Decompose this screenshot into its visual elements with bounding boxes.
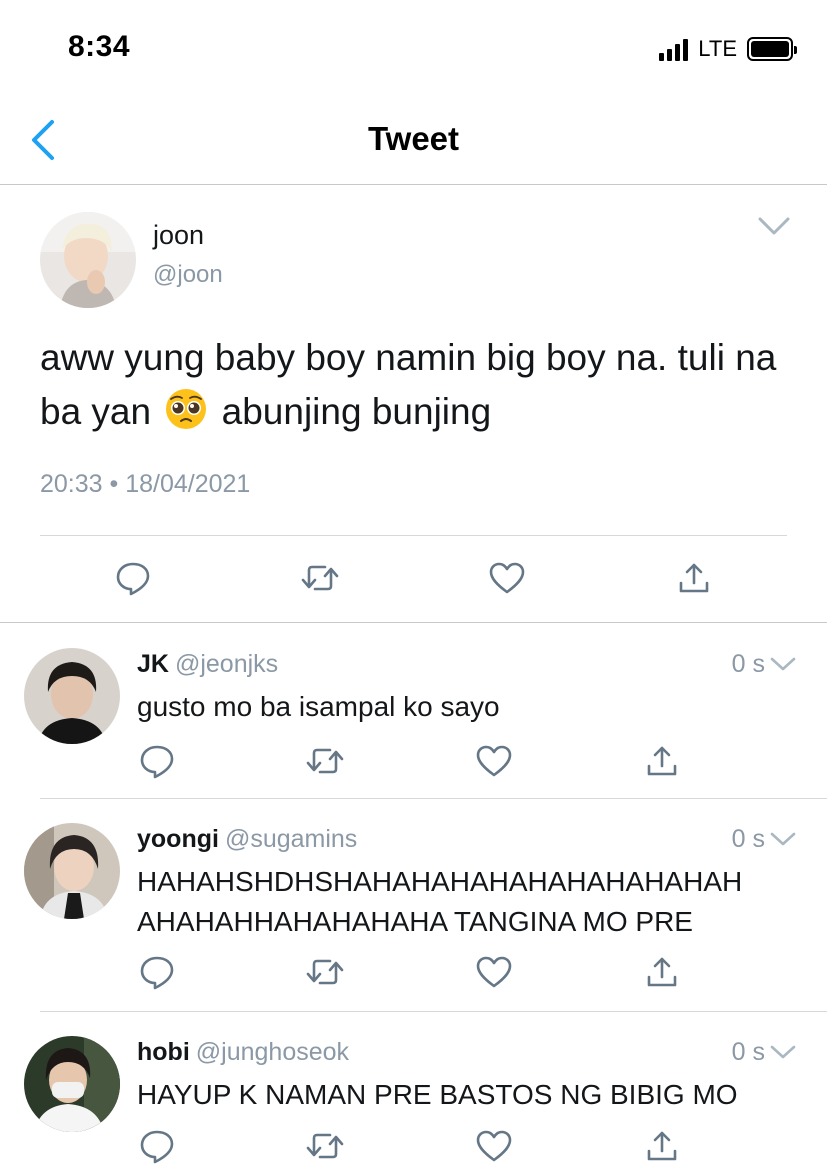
status-bar: 8:34 LTE	[0, 0, 827, 100]
avatar[interactable]	[24, 823, 120, 919]
tweet-text-part: abunjing bunjing	[221, 391, 492, 432]
reply-tweet[interactable]: JK @jeonjks 0 s gusto mo ba isampal ko sa…	[0, 624, 827, 799]
tweet-actions	[0, 558, 827, 598]
share-button[interactable]	[642, 1126, 682, 1166]
tweet-options-button[interactable]	[769, 831, 797, 852]
chevron-down-icon	[770, 832, 796, 846]
tweet-options-button[interactable]	[757, 216, 791, 241]
retweet-icon	[301, 565, 339, 591]
reply-time: 0 s	[731, 1038, 765, 1066]
reply-icon	[140, 745, 174, 779]
reply-time: 0 s	[731, 825, 765, 853]
author-handle[interactable]: @sugamins	[225, 825, 357, 853]
reply-button[interactable]	[137, 1126, 177, 1166]
chevron-down-icon	[758, 217, 790, 235]
share-icon	[679, 563, 709, 593]
reply-button[interactable]	[137, 952, 177, 992]
reply-text: HAHAHSHDHSHAHAHAHAHAHAHAHAHAHAH AHAHAHHA…	[137, 866, 743, 937]
page-title: Tweet	[367, 120, 460, 157]
reply-author: JK @jeonjks	[137, 650, 278, 679]
retweet-icon	[306, 748, 344, 774]
like-icon	[476, 956, 512, 988]
status-indicators: LTE	[659, 36, 797, 62]
like-icon	[489, 562, 525, 594]
like-button[interactable]	[487, 558, 527, 598]
main-tweet: joon @joon aww yung baby boy namin big b…	[0, 186, 827, 623]
avatar[interactable]	[24, 648, 120, 744]
retweet-button[interactable]	[305, 1126, 345, 1166]
author-name[interactable]: yoongi	[137, 825, 219, 853]
author-handle[interactable]: @joon	[153, 261, 223, 289]
tweet-options-button[interactable]	[769, 656, 797, 677]
reply-author: yoongi @sugamins	[137, 825, 357, 854]
reply-icon	[140, 1130, 174, 1164]
divider	[40, 535, 787, 536]
like-button[interactable]	[474, 741, 514, 781]
battery-icon	[747, 37, 797, 61]
reply-tweet[interactable]: yoongi @sugamins 0 s HAHAHSHDHSHAHAHAHAHA…	[0, 799, 827, 1012]
avatar[interactable]	[24, 1036, 120, 1132]
reply-icon	[140, 956, 174, 990]
like-button[interactable]	[474, 1126, 514, 1166]
status-time: 8:34	[68, 30, 131, 63]
author-name[interactable]: JK	[137, 650, 169, 678]
tweet-text: aww yung baby boy namin big boy na. tuli…	[40, 331, 800, 439]
avatar[interactable]	[40, 212, 136, 308]
author-handle[interactable]: @junghoseok	[196, 1038, 349, 1066]
retweet-button[interactable]	[305, 952, 345, 992]
signal-icon	[659, 37, 689, 61]
reply-tweet[interactable]: hobi @junghoseok 0 s HAYUP K NAMAN PRE BA…	[0, 1012, 827, 1167]
retweet-button[interactable]	[305, 741, 345, 781]
reply-author: hobi @junghoseok	[137, 1038, 349, 1067]
retweet-button[interactable]	[300, 558, 340, 598]
like-icon	[476, 745, 512, 777]
like-button[interactable]	[474, 952, 514, 992]
like-icon	[476, 1130, 512, 1162]
share-button[interactable]	[642, 741, 682, 781]
share-icon	[647, 957, 677, 987]
chevron-down-icon	[770, 657, 796, 671]
share-button[interactable]	[674, 558, 714, 598]
share-icon	[647, 1131, 677, 1161]
tweet-options-button[interactable]	[769, 1044, 797, 1065]
share-icon	[647, 746, 677, 776]
share-button[interactable]	[642, 952, 682, 992]
reply-text: HAYUP K NAMAN PRE BASTOS NG BIBIG MO	[137, 1079, 738, 1110]
retweet-icon	[306, 959, 344, 985]
network-label: LTE	[698, 36, 737, 61]
tweet-timestamp: 20:33 • 18/04/2021	[40, 470, 251, 498]
author-name[interactable]: hobi	[137, 1038, 190, 1066]
reply-text: gusto mo ba isampal ko sayo	[137, 691, 500, 722]
retweet-icon	[306, 1133, 344, 1159]
reply-button[interactable]	[137, 741, 177, 781]
author-name[interactable]: joon	[153, 220, 204, 251]
reply-icon	[116, 562, 150, 596]
reply-button[interactable]	[113, 558, 153, 598]
author-handle[interactable]: @jeonjks	[175, 650, 278, 678]
chevron-down-icon	[770, 1045, 796, 1059]
pleading-face-emoji	[166, 389, 207, 429]
reply-time: 0 s	[731, 650, 765, 678]
nav-bar: Tweet	[0, 100, 827, 185]
